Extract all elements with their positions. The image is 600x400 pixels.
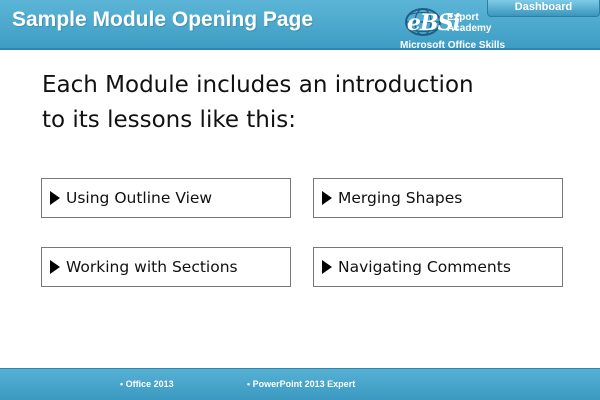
lesson-label: Working with Sections [66, 258, 238, 276]
intro-text: Each Module includes an introduction to … [42, 68, 562, 138]
footer-item-office: • Office 2013 [120, 379, 174, 389]
lesson-button-navigating-comments[interactable]: Navigating Comments [313, 247, 563, 287]
lesson-label: Using Outline View [66, 189, 213, 207]
logo-subtitle: Microsoft Office Skills [400, 40, 506, 51]
logo-line-2: Academy [447, 23, 492, 34]
lesson-button-using-outline-view[interactable]: Using Outline View [41, 178, 291, 218]
lesson-label: Navigating Comments [338, 258, 511, 276]
play-triangle-icon [322, 191, 332, 205]
logo-line-1: Export [447, 12, 479, 23]
footer-item-powerpoint: • PowerPoint 2013 Expert [247, 379, 356, 389]
header-bar: Sample Module Opening Page eBSi Export A… [0, 0, 600, 51]
intro-line-2: to its lessons like this: [42, 107, 297, 133]
lesson-button-merging-shapes[interactable]: Merging Shapes [313, 178, 563, 218]
play-triangle-icon [322, 260, 332, 274]
footer-bar: • Office 2013 • PowerPoint 2013 Expert [0, 368, 600, 400]
play-triangle-icon [50, 260, 60, 274]
lesson-label: Merging Shapes [338, 189, 463, 207]
page-title: Sample Module Opening Page [12, 8, 314, 31]
intro-line-1: Each Module includes an introduction [42, 72, 474, 98]
play-triangle-icon [50, 191, 60, 205]
dashboard-button[interactable]: Dashboard [487, 0, 600, 17]
lesson-button-working-with-sections[interactable]: Working with Sections [41, 247, 291, 287]
